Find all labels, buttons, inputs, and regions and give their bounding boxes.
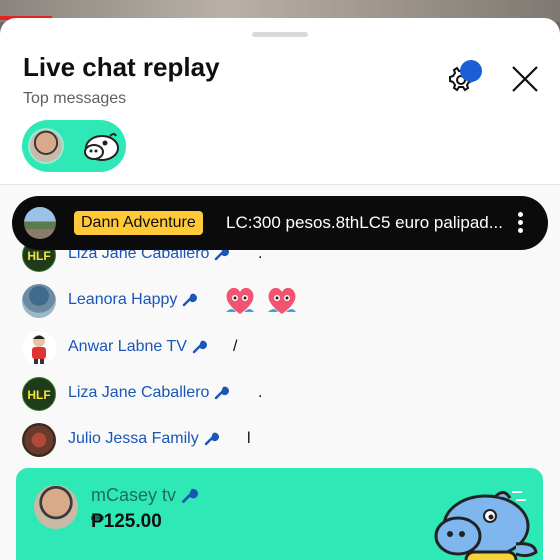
hippo-sticker-icon bbox=[84, 133, 119, 161]
cartoon-avatar-icon bbox=[32, 335, 46, 364]
pinned-message[interactable]: Dann Adventure LC:300 pesos.8thLC5 euro … bbox=[12, 196, 548, 250]
wrench-icon bbox=[182, 489, 198, 504]
avatar: HLF bbox=[22, 377, 56, 411]
notification-dot bbox=[460, 60, 482, 82]
wrench-icon bbox=[204, 432, 219, 445]
avatar bbox=[34, 485, 78, 529]
author-name[interactable]: Anwar Labne TV bbox=[68, 338, 207, 356]
more-vertical-icon[interactable] bbox=[512, 210, 528, 236]
close-icon bbox=[512, 66, 538, 92]
wrench-icon bbox=[215, 386, 230, 399]
superchat-amount: ₱125.00 bbox=[91, 511, 162, 532]
chat-mode-selector[interactable]: Top messages bbox=[23, 90, 126, 108]
author-name[interactable]: Leanora Happy bbox=[68, 291, 198, 309]
list-item: Leanora Happy bbox=[22, 284, 542, 320]
top-donor-pill[interactable] bbox=[22, 120, 126, 172]
wrench-icon bbox=[183, 293, 198, 306]
wrench-icon bbox=[192, 340, 207, 353]
hippo-sticker bbox=[434, 491, 538, 560]
super-sticker-card[interactable]: mCasey tv ₱125.00 bbox=[16, 468, 543, 560]
close-button[interactable] bbox=[508, 62, 542, 96]
list-item: Julio Jessa Family l bbox=[22, 423, 542, 459]
list-item: HLF Liza Jane Caballero . bbox=[22, 377, 542, 413]
avatar bbox=[22, 423, 56, 457]
pinned-message-text: LC:300 pesos.8thLC5 euro palipad... bbox=[226, 213, 503, 232]
message-text: l bbox=[247, 430, 251, 447]
drag-handle[interactable] bbox=[252, 32, 308, 37]
author-name[interactable]: Julio Jessa Family bbox=[68, 430, 219, 448]
message-text: / bbox=[233, 338, 238, 355]
avatar bbox=[22, 331, 56, 365]
avatar bbox=[22, 284, 56, 318]
pinned-author-badge[interactable]: Dann Adventure bbox=[74, 211, 203, 235]
message-text: . bbox=[258, 384, 263, 401]
page-title: Live chat replay bbox=[23, 52, 220, 82]
author-name[interactable]: mCasey tv bbox=[91, 485, 198, 506]
heart-face-emoji bbox=[226, 287, 254, 314]
heart-face-emoji bbox=[268, 287, 296, 314]
author-name[interactable]: Liza Jane Caballero bbox=[68, 384, 230, 402]
avatar bbox=[24, 207, 56, 239]
list-item: Anwar Labne TV / bbox=[22, 331, 542, 367]
avatar bbox=[28, 128, 64, 164]
